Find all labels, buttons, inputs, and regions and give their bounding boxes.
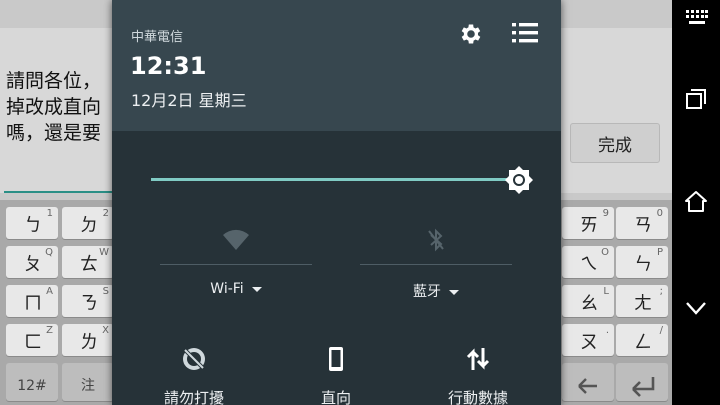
key-sub: L xyxy=(603,286,609,297)
bluetooth-label-text: 藍牙 xyxy=(413,284,441,300)
key[interactable]: ㄤ; xyxy=(616,285,668,317)
key-label: ㄞ xyxy=(580,215,598,236)
key[interactable]: ㄢ0 xyxy=(616,207,668,239)
key-sub: X xyxy=(102,325,109,336)
brightness-icon[interactable] xyxy=(504,165,534,195)
key[interactable]: ㄊW xyxy=(62,246,114,278)
key-label: ㄊ xyxy=(80,254,98,275)
key[interactable]: ㄠL xyxy=(562,285,614,317)
message-line: 掉改成直向 xyxy=(6,96,102,118)
enter-icon xyxy=(632,377,655,397)
key-sub: P xyxy=(656,247,663,258)
key-sub: Q xyxy=(45,247,53,258)
key-sub: 0 xyxy=(656,208,663,219)
key-sub: 2 xyxy=(102,208,109,219)
back-chevron-icon[interactable] xyxy=(684,296,708,320)
key-sub: W xyxy=(99,247,109,258)
key-label: ㄡ xyxy=(580,332,598,353)
tile-divider xyxy=(360,264,512,265)
message-text[interactable]: 請問各位， 掉改成直向 嗎，還是要 xyxy=(6,68,126,146)
dnd-label: 請勿打擾 xyxy=(163,389,224,405)
key-sub: 1 xyxy=(46,208,53,219)
key-label: ㄉ xyxy=(80,215,98,236)
key-label: ㄋ xyxy=(80,293,98,314)
key[interactable]: ㄌX xyxy=(62,324,114,356)
key-sub: . xyxy=(605,325,609,336)
brightness-track[interactable] xyxy=(151,178,519,181)
recents-icon[interactable] xyxy=(684,87,708,111)
wifi-icon[interactable] xyxy=(222,228,250,252)
carrier-label: 中華電信 xyxy=(131,30,184,45)
key-sub: A xyxy=(46,286,53,297)
key[interactable]: ㄈZ xyxy=(6,324,58,356)
chevron-down-icon xyxy=(449,289,459,295)
symbols-key[interactable]: 12# xyxy=(6,363,58,401)
key[interactable]: ㄆQ xyxy=(6,246,58,278)
message-line: 請問各位， xyxy=(6,70,102,92)
key-label: ㄟ xyxy=(580,254,598,275)
dnd-toggle[interactable]: 請勿打擾 xyxy=(129,345,259,405)
clock[interactable]: 12:31 xyxy=(130,52,206,80)
wifi-label[interactable]: Wi-Fi xyxy=(160,281,312,297)
phone-portrait-icon xyxy=(329,347,343,371)
backspace-arrow-icon xyxy=(578,378,597,394)
key-sub: S xyxy=(102,286,109,297)
done-button[interactable]: 完成 xyxy=(570,123,660,163)
key-label: ㄇ xyxy=(24,293,42,314)
key-sub: Z xyxy=(46,325,53,336)
mobile-data-toggle[interactable]: 行動數據 xyxy=(413,345,543,405)
key-label: ㄈ xyxy=(24,332,42,353)
key[interactable]: ㄇA xyxy=(6,285,58,317)
key-label: ㄣ xyxy=(634,254,652,275)
key-label: ㄠ xyxy=(580,293,598,314)
key[interactable]: ㄉ2 xyxy=(62,207,114,239)
date-label[interactable]: 12月2日 星期三 xyxy=(131,87,247,111)
rotation-label: 直向 xyxy=(320,389,351,405)
bluetooth-tile[interactable]: 藍牙 xyxy=(360,228,512,301)
key[interactable]: ㄟO xyxy=(562,246,614,278)
key[interactable]: ㄡ. xyxy=(562,324,614,356)
key-sub: O xyxy=(601,247,609,258)
key-sub: 9 xyxy=(602,208,609,219)
bluetooth-off-icon[interactable] xyxy=(426,228,446,252)
key-label: ㄥ xyxy=(634,332,652,353)
chevron-down-icon xyxy=(251,286,262,292)
key-label: ㄢ xyxy=(634,215,652,236)
home-icon[interactable] xyxy=(684,190,708,214)
key-sub: ; xyxy=(659,286,663,297)
wifi-tile[interactable]: Wi-Fi xyxy=(160,228,312,297)
tile-divider xyxy=(160,264,312,265)
bluetooth-label[interactable]: 藍牙 xyxy=(360,281,512,301)
zhuyin-mode-key[interactable]: 注 xyxy=(62,363,114,401)
key-sub: / xyxy=(659,325,663,336)
notification-shade: 中華電信 12:31 12月2日 星期三 Wi-Fi 藍牙 請勿打擾 直向 行動… xyxy=(112,0,561,405)
key-label: ㄤ xyxy=(634,293,652,314)
key[interactable]: ㄞ9 xyxy=(562,207,614,239)
shade-header: 中華電信 12:31 12月2日 星期三 xyxy=(112,0,561,131)
key[interactable]: ㄥ / xyxy=(616,324,668,356)
navigation-bar xyxy=(672,0,720,405)
backspace-key[interactable] xyxy=(562,363,614,401)
gear-icon[interactable] xyxy=(458,21,484,47)
enter-key[interactable] xyxy=(616,363,668,401)
data-arrows-icon xyxy=(466,348,490,370)
mobile-data-label: 行動數據 xyxy=(447,389,508,405)
rotation-toggle[interactable]: 直向 xyxy=(271,345,401,405)
key[interactable]: ㄋS xyxy=(62,285,114,317)
key[interactable]: ㄣP xyxy=(616,246,668,278)
key-label: ㄌ xyxy=(80,332,98,353)
keyboard-icon[interactable] xyxy=(686,10,708,26)
key-label: ㄆ xyxy=(24,254,42,275)
do-not-disturb-icon xyxy=(183,348,205,370)
input-underline xyxy=(4,191,124,193)
key-label: ㄅ xyxy=(24,215,42,236)
key[interactable]: ㄅ1 xyxy=(6,207,58,239)
list-icon[interactable] xyxy=(512,22,538,44)
brightness-slider[interactable] xyxy=(151,165,546,195)
message-line: 嗎，還是要 xyxy=(6,122,102,144)
wifi-label-text: Wi-Fi xyxy=(210,281,244,297)
